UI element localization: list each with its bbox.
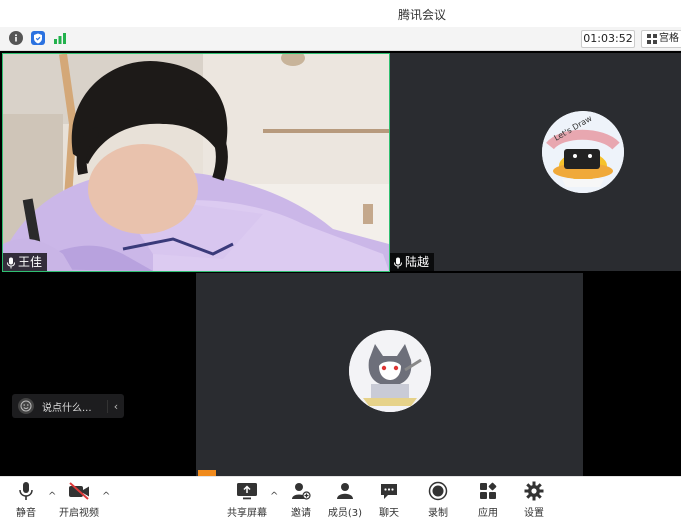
participant-name: 王佳	[18, 255, 43, 269]
video-off-icon	[69, 482, 89, 500]
mute-label: 静音	[16, 508, 36, 519]
chat-button[interactable]: 聊天	[366, 481, 412, 519]
video-tile-self[interactable]	[196, 273, 583, 476]
video-tile-wangjia[interactable]: 王佳	[2, 53, 390, 272]
record-label: 录制	[428, 508, 448, 519]
gallery-view-label: 宫格	[659, 33, 679, 44]
emoji-icon[interactable]	[18, 398, 34, 414]
meeting-timer: 01:03:52	[581, 30, 635, 48]
info-icon[interactable]	[9, 31, 23, 45]
record-icon	[428, 481, 448, 501]
apps-icon	[480, 482, 497, 499]
members-button[interactable]: 成员(3)	[322, 481, 368, 519]
participant-avatar: Let's Draw	[542, 111, 624, 193]
participant-name-tag: 陆越	[390, 253, 435, 271]
video-label: 开启视频	[59, 508, 99, 519]
video-tile-luyue[interactable]: Let's Draw 陆越	[390, 53, 681, 271]
grid-icon	[647, 34, 657, 44]
microphone-icon	[393, 256, 403, 269]
chat-placeholder: 说点什么...	[42, 402, 92, 414]
invite-user-icon	[292, 483, 311, 500]
window-title: 腾讯会议	[398, 8, 447, 22]
settings-label: 设置	[524, 508, 544, 519]
share-screen-icon	[237, 483, 257, 500]
chevron-left-icon[interactable]: ‹	[107, 399, 124, 413]
video-options-chevron-icon[interactable]: ^	[102, 491, 110, 502]
meeting-info-bar: 01:03:52 宫格	[0, 27, 681, 51]
members-icon	[337, 483, 353, 499]
share-screen-button[interactable]: 共享屏幕	[224, 481, 270, 519]
microphone-icon	[19, 482, 33, 500]
participant-video-feed	[3, 54, 389, 271]
signal-icon[interactable]	[53, 31, 67, 45]
participant-name-tag: 王佳	[3, 253, 48, 271]
invite-label: 邀请	[291, 508, 311, 519]
share-label: 共享屏幕	[227, 508, 267, 519]
chat-label: 聊天	[379, 508, 399, 519]
gear-icon	[524, 481, 544, 501]
apps-label: 应用	[478, 508, 498, 519]
apps-button[interactable]: 应用	[465, 481, 511, 519]
start-video-button[interactable]: 开启视频	[56, 481, 102, 519]
invite-button[interactable]: 邀请	[278, 481, 324, 519]
meeting-toolbar: 静音 ^ 开启视频 ^ 共享屏幕 ^ 邀请 成员(3) 聊天 录制 应用 设置	[0, 476, 681, 521]
settings-button[interactable]: 设置	[511, 481, 557, 519]
mute-button[interactable]: 静音	[3, 481, 49, 519]
record-button[interactable]: 录制	[415, 481, 461, 519]
microphone-icon	[6, 256, 16, 269]
self-avatar	[349, 330, 431, 412]
shield-icon[interactable]	[31, 31, 45, 45]
members-label: 成员(3)	[327, 508, 363, 519]
chat-quick-input[interactable]: 说点什么... ‹	[12, 394, 124, 418]
gallery-view-button[interactable]: 宫格	[641, 30, 681, 48]
chat-icon	[381, 484, 397, 499]
title-bar: 腾讯会议	[0, 0, 681, 27]
participant-name: 陆越	[405, 255, 430, 269]
